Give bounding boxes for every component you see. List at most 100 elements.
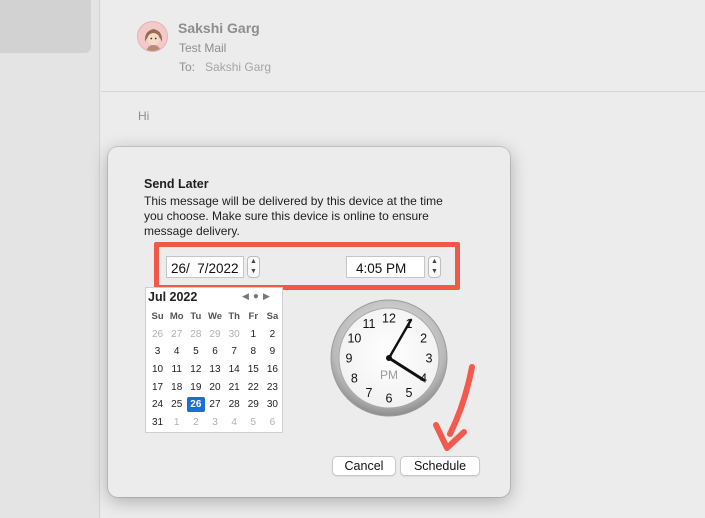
weekday-header: Th: [228, 311, 240, 323]
clock-center-pin: [386, 355, 392, 361]
calendar-day[interactable]: 19: [186, 378, 205, 396]
calendar-day[interactable]: 18: [167, 378, 186, 396]
calendar-day[interactable]: 3: [205, 414, 224, 432]
previous-month-icon[interactable]: ◀: [242, 291, 253, 301]
today-dot-icon[interactable]: ●: [253, 291, 263, 302]
calendar-day[interactable]: 20: [205, 378, 224, 396]
calendar-week-row: 10 11 12 13 14 15 16: [148, 361, 282, 379]
calendar-day[interactable]: 17: [148, 378, 167, 396]
calendar-week-row: 31 1 2 3 4 5 6: [148, 414, 282, 432]
calendar-day[interactable]: 6: [263, 414, 282, 432]
weekday-header: Sa: [266, 311, 279, 323]
calendar-day[interactable]: 14: [225, 361, 244, 379]
calendar-day[interactable]: 1: [167, 414, 186, 432]
recipient-row: To: Sakshi Garg: [179, 60, 271, 74]
stepper-down-icon[interactable]: ▼: [248, 267, 259, 277]
calendar-day[interactable]: 4: [225, 414, 244, 432]
message-body: Hi: [138, 109, 150, 123]
time-field[interactable]: 4:05 PM: [346, 256, 425, 278]
analog-clock[interactable]: 121234567891011 PM: [330, 299, 448, 417]
calendar-day[interactable]: 28: [186, 326, 205, 344]
to-label: To:: [179, 60, 196, 74]
dialog-title: Send Later: [144, 177, 209, 191]
calendar-day[interactable]: 5: [186, 343, 205, 361]
stepper-down-icon[interactable]: ▼: [429, 267, 440, 277]
weekday-header: Tu: [190, 311, 202, 323]
calendar-day[interactable]: 6: [205, 343, 224, 361]
send-later-dialog: Send Later This message will be delivere…: [108, 147, 510, 497]
calendar-day[interactable]: 22: [244, 378, 263, 396]
schedule-button[interactable]: Schedule: [400, 456, 480, 476]
clock-number: 10: [347, 332, 361, 346]
calendar-day[interactable]: 12: [186, 361, 205, 379]
clock-number: 11: [363, 317, 376, 331]
calendar-day[interactable]: 8: [244, 343, 263, 361]
date-stepper[interactable]: ▲ ▼: [247, 256, 260, 278]
message-subject: Test Mail: [179, 41, 227, 55]
calendar-day[interactable]: 11: [167, 361, 186, 379]
calendar-day[interactable]: 29: [244, 396, 263, 414]
mailbox-sidebar: [0, 0, 100, 518]
calendar-month-label: Jul 2022: [148, 290, 198, 304]
calendar-day[interactable]: 26: [148, 326, 167, 344]
calendar-day[interactable]: 9: [263, 343, 282, 361]
calendar-day[interactable]: 27: [167, 326, 186, 344]
sidebar-selected-item[interactable]: [0, 0, 91, 53]
calendar-day[interactable]: 31: [148, 414, 167, 432]
calendar-grid: Su Mo Tu We Th Fr Sa 26 27 28 29 30 1 2 3 4 5 6 7 8 9 10 11 12…: [148, 308, 282, 431]
calendar-week-row: 24 25 26 27 28 29 30: [148, 396, 282, 414]
stepper-up-icon[interactable]: ▲: [248, 257, 259, 267]
calendar-week-row: 3456789: [148, 343, 282, 361]
clock-number: 12: [382, 312, 396, 326]
calendar-picker: Jul 2022 ◀●▶ Su Mo Tu We Th Fr Sa 26 27 28 29 30 1 2…: [145, 287, 283, 433]
calendar-day[interactable]: 23: [263, 378, 282, 396]
calendar-day[interactable]: 21: [225, 378, 244, 396]
next-month-icon[interactable]: ▶: [263, 291, 274, 301]
calendar-day[interactable]: 25: [167, 396, 186, 414]
clock-number: 3: [426, 352, 433, 366]
calendar-day[interactable]: 16: [263, 361, 282, 379]
calendar-day[interactable]: 5: [244, 414, 263, 432]
clock-number: 8: [351, 372, 358, 386]
calendar-day[interactable]: 4: [167, 343, 186, 361]
calendar-week-row: 26 27 28 29 30 1 2: [148, 326, 282, 344]
sender-name: Sakshi Garg: [178, 20, 260, 36]
recipient-name[interactable]: Sakshi Garg: [205, 60, 271, 74]
calendar-day[interactable]: 3: [148, 343, 167, 361]
calendar-week-row: 17 18 19 20 21 22 23: [148, 378, 282, 396]
calendar-day[interactable]: 2: [263, 326, 282, 344]
calendar-day[interactable]: 15: [244, 361, 263, 379]
calendar-day[interactable]: 30: [225, 326, 244, 344]
calendar-day[interactable]: 13: [205, 361, 224, 379]
time-stepper[interactable]: ▲ ▼: [428, 256, 441, 278]
calendar-day[interactable]: 29: [205, 326, 224, 344]
weekday-header: Su: [151, 311, 164, 323]
calendar-day[interactable]: 1: [244, 326, 263, 344]
avatar-memoji-icon: [138, 22, 167, 51]
clock-number: 7: [366, 386, 373, 400]
clock-face[interactable]: 121234567891011 PM: [330, 299, 448, 417]
calendar-day[interactable]: 10: [148, 361, 167, 379]
dialog-description: This message will be delivered by this d…: [144, 194, 443, 238]
weekday-header: Fr: [248, 311, 259, 323]
calendar-day[interactable]: 27: [205, 396, 224, 414]
date-field[interactable]: 26/ 7/2022: [166, 256, 244, 278]
calendar-day-selected[interactable]: 26: [186, 396, 205, 414]
calendar-nav: ◀●▶: [242, 291, 274, 302]
clock-number: 9: [346, 352, 353, 366]
clock-ampm-label: PM: [380, 368, 398, 382]
message-header: Sakshi Garg Test Mail To: Sakshi Garg: [101, 0, 705, 92]
calendar-day[interactable]: 30: [263, 396, 282, 414]
weekday-header: Mo: [169, 311, 184, 323]
clock-number: 2: [420, 332, 427, 346]
stepper-up-icon[interactable]: ▲: [429, 257, 440, 267]
calendar-day[interactable]: 28: [225, 396, 244, 414]
clock-number: 6: [386, 392, 393, 406]
weekday-header: We: [207, 311, 223, 323]
cancel-button[interactable]: Cancel: [332, 456, 396, 476]
clock-number: 5: [406, 386, 413, 400]
calendar-day[interactable]: 7: [225, 343, 244, 361]
sender-avatar: [137, 21, 168, 52]
calendar-day[interactable]: 24: [148, 396, 167, 414]
calendar-day[interactable]: 2: [186, 414, 205, 432]
